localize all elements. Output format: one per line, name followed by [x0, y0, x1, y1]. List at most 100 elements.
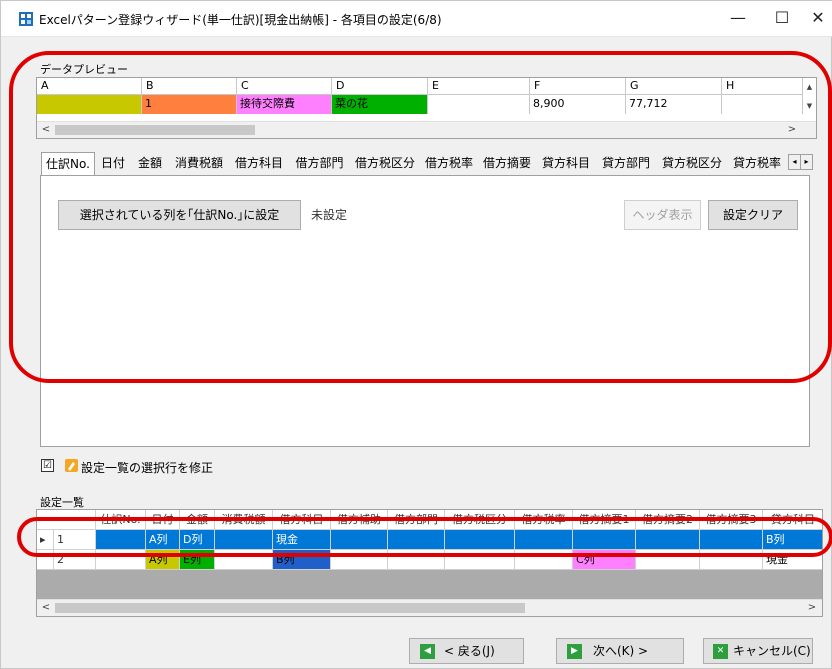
title-bar: Excelパターン登録ウィザード(単一仕訳)[現金出納帳] - 各項目の設定(6…: [1, 1, 832, 37]
chevron-right-icon[interactable]: >: [785, 122, 799, 138]
tab-credit-account[interactable]: 貸方科目: [536, 152, 596, 175]
preview-col-header[interactable]: D: [332, 78, 428, 95]
grid-col-header[interactable]: 日付: [146, 510, 180, 530]
tab-debit-memo[interactable]: 借方摘要: [478, 152, 536, 175]
grid-col-header[interactable]: 借方税率: [515, 510, 573, 530]
row-number: 1: [54, 530, 96, 550]
preview-col-header[interactable]: H: [722, 78, 803, 95]
grid-cell[interactable]: [636, 530, 700, 550]
grid-cell[interactable]: [331, 550, 388, 570]
close-button[interactable]: ✕: [803, 1, 832, 37]
table-row[interactable]: 2 A列 E列 B列 C列 現金: [37, 550, 822, 570]
minimize-button[interactable]: —: [715, 1, 761, 37]
maximize-button[interactable]: ☐: [759, 1, 805, 37]
tab-date[interactable]: 日付: [95, 152, 131, 175]
preview-horizontal-scrollbar[interactable]: < >: [37, 121, 816, 138]
grid-cell[interactable]: B列: [763, 530, 822, 550]
settings-list-grid[interactable]: 仕訳No. 日付 金額 消費税額 借方科目 借方補助 借方部門 借方税区分 借方…: [36, 509, 823, 617]
grid-col-header[interactable]: 借方税区分: [445, 510, 515, 530]
preview-cell[interactable]: 8,900: [530, 95, 626, 114]
grid-cell[interactable]: [388, 530, 445, 550]
grid-cell[interactable]: E列: [180, 550, 215, 570]
back-arrow-icon: ◀: [420, 644, 435, 659]
preview-cell[interactable]: [37, 95, 142, 114]
chevron-up-icon[interactable]: ▲: [803, 79, 816, 95]
grid-col-header[interactable]: 借方摘要3: [700, 510, 763, 530]
grid-cell[interactable]: [636, 550, 700, 570]
grid-cell[interactable]: [215, 530, 273, 550]
settings-horizontal-scrollbar[interactable]: < >: [37, 599, 822, 616]
preview-cell[interactable]: 1: [142, 95, 237, 114]
grid-col-header[interactable]: 金額: [180, 510, 215, 530]
grid-cell[interactable]: [573, 530, 636, 550]
next-button[interactable]: ▶ 次へ(K) >: [556, 638, 684, 664]
grid-cell[interactable]: A列: [146, 530, 180, 550]
tab-debit-account[interactable]: 借方科目: [229, 152, 289, 175]
chevron-right-icon[interactable]: >: [805, 600, 819, 616]
tab-credit-tax-class[interactable]: 貸方税区分: [656, 152, 728, 175]
chevron-left-icon[interactable]: <: [39, 600, 53, 616]
clear-settings-button[interactable]: 設定クリア: [708, 200, 798, 230]
table-row[interactable]: ▸ 1 A列 D列 現金 B列: [37, 530, 822, 550]
grid-cell[interactable]: C列: [573, 550, 636, 570]
grid-cell[interactable]: [515, 550, 573, 570]
chevron-down-icon[interactable]: ▼: [803, 98, 816, 114]
grid-col-header[interactable]: 借方摘要2: [636, 510, 700, 530]
tab-slip-no[interactable]: 仕訳No.: [41, 152, 95, 177]
grid-col-header[interactable]: 消費税額: [215, 510, 273, 530]
cancel-button-label: キャンセル(C): [733, 644, 811, 658]
tab-debit-tax-class[interactable]: 借方税区分: [350, 152, 420, 175]
tab-debit-tax-rate[interactable]: 借方税率: [420, 152, 478, 175]
grid-cell[interactable]: [700, 550, 763, 570]
preview-cell[interactable]: 77,712: [626, 95, 722, 114]
grid-cell[interactable]: [215, 550, 273, 570]
grid-cell[interactable]: D列: [180, 530, 215, 550]
modify-selected-row-label[interactable]: 設定一覧の選択行を修正: [81, 459, 213, 476]
row-pointer-icon: ▸: [37, 530, 54, 550]
preview-col-header[interactable]: E: [428, 78, 530, 95]
preview-cell[interactable]: [428, 95, 530, 114]
scroll-thumb[interactable]: [55, 603, 525, 613]
grid-col-header[interactable]: 借方科目: [273, 510, 331, 530]
tab-debit-dept[interactable]: 借方部門: [289, 152, 350, 175]
grid-cell[interactable]: A列: [146, 550, 180, 570]
grid-cell[interactable]: [96, 530, 146, 550]
preview-col-header[interactable]: C: [237, 78, 332, 95]
tab-scroll-right-icon[interactable]: ▸: [800, 154, 813, 170]
preview-col-header[interactable]: A: [37, 78, 142, 95]
cancel-button[interactable]: ✕ キャンセル(C): [703, 638, 813, 664]
preview-col-header[interactable]: F: [530, 78, 626, 95]
grid-cell[interactable]: [96, 550, 146, 570]
preview-cell[interactable]: [722, 95, 803, 114]
tab-amount[interactable]: 金額: [131, 152, 169, 175]
data-preview-grid[interactable]: A B C D E F G H 1 接待交際費 菜の花 8,900 77,712…: [36, 77, 817, 139]
set-column-button[interactable]: 選択されている列を｢仕訳No.｣に設定: [58, 200, 301, 230]
grid-col-header[interactable]: 借方補助: [331, 510, 388, 530]
grid-cell[interactable]: 現金: [763, 550, 822, 570]
grid-cell[interactable]: [331, 530, 388, 550]
chevron-left-icon[interactable]: <: [39, 122, 53, 138]
header-display-button[interactable]: ヘッダ表示: [624, 200, 701, 230]
scroll-thumb[interactable]: [55, 125, 255, 135]
tab-credit-tax-rate[interactable]: 貸方税率: [728, 152, 786, 175]
modify-selected-row-checkbox[interactable]: ☑: [41, 459, 54, 472]
preview-col-header[interactable]: G: [626, 78, 722, 95]
grid-col-header[interactable]: 仕訳No.: [96, 510, 146, 530]
grid-cell[interactable]: [700, 530, 763, 550]
grid-cell[interactable]: [515, 530, 573, 550]
wizard-window: Excelパターン登録ウィザード(単一仕訳)[現金出納帳] - 各項目の設定(6…: [0, 0, 832, 669]
grid-cell[interactable]: [388, 550, 445, 570]
preview-col-header[interactable]: B: [142, 78, 237, 95]
preview-cell[interactable]: 菜の花: [332, 95, 428, 114]
grid-col-header[interactable]: 借方部門: [388, 510, 445, 530]
grid-col-header[interactable]: 借方摘要1: [573, 510, 636, 530]
back-button[interactable]: ◀ < 戻る(J): [409, 638, 524, 664]
preview-cell[interactable]: 接待交際費: [237, 95, 332, 114]
grid-cell[interactable]: [445, 550, 515, 570]
grid-cell[interactable]: 現金: [273, 530, 331, 550]
grid-col-header[interactable]: 貸方科目: [763, 510, 822, 530]
tab-credit-dept[interactable]: 貸方部門: [596, 152, 656, 175]
tab-tax-amount[interactable]: 消費税額: [169, 152, 229, 175]
grid-cell[interactable]: [445, 530, 515, 550]
grid-cell[interactable]: B列: [273, 550, 331, 570]
